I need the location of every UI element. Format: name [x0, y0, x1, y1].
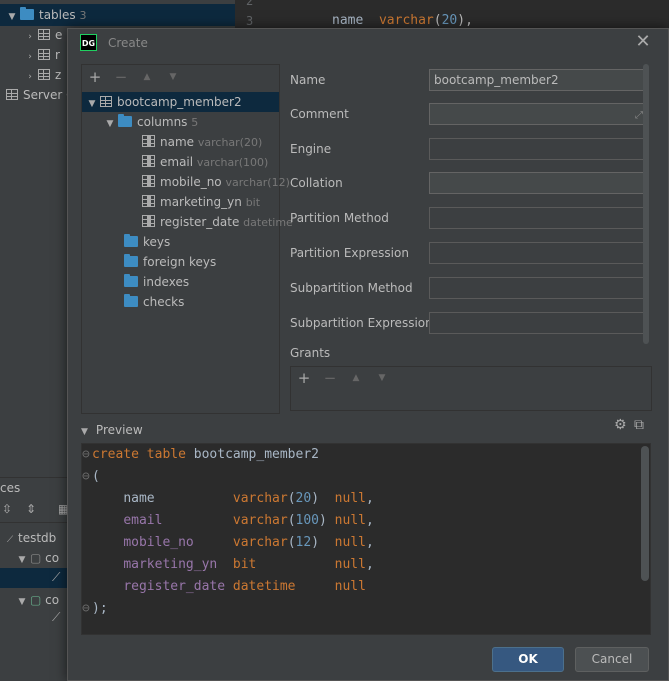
- column-icon: [142, 215, 155, 227]
- session-icon: ⟋: [52, 610, 61, 624]
- partition-expression-label: Partition Expression: [290, 246, 409, 260]
- code-line: ⊖);: [82, 601, 108, 616]
- code-line: ⊖ create table bootcamp_member2: [82, 447, 319, 462]
- cancel-button[interactable]: Cancel: [575, 647, 649, 672]
- expand-icon[interactable]: ⤢: [635, 106, 643, 126]
- collapse-all-icon[interactable]: ⇕: [26, 502, 36, 516]
- collation-field[interactable]: [429, 172, 648, 194]
- grants-move-up-button[interactable]: ▲: [345, 367, 367, 389]
- collation-label: Collation: [290, 176, 343, 190]
- server-icon: [6, 89, 18, 100]
- grants-add-button[interactable]: +: [293, 367, 315, 389]
- table-icon: [38, 69, 50, 80]
- code-line: name varchar(20) null,: [123, 491, 374, 506]
- folder-icon: [124, 274, 138, 287]
- column-icon: [142, 195, 155, 207]
- line-number: 2: [246, 0, 254, 8]
- grants-panel: + − ▲ ▼: [290, 366, 652, 411]
- services-node[interactable]: ▼ ▢ co: [16, 590, 60, 610]
- grants-remove-button[interactable]: −: [319, 367, 341, 389]
- preview-scrollbar[interactable]: [641, 446, 649, 581]
- folder-icon: [124, 234, 138, 247]
- grants-label: Grants: [290, 346, 331, 360]
- tree-node-columns[interactable]: ▼ columns 5: [104, 112, 198, 132]
- tree-node-server[interactable]: Server C: [6, 85, 75, 105]
- tree-node-tables[interactable]: ▼ tables 3: [6, 5, 86, 25]
- folder-icon: [124, 294, 138, 307]
- table-icon: [38, 49, 50, 60]
- services-selected-row[interactable]: ⟋: [0, 568, 67, 588]
- tree-node[interactable]: › e: [24, 25, 62, 45]
- chevron-down-icon[interactable]: ▼: [81, 427, 88, 437]
- code-line: mobile_no varchar(12) null,: [123, 535, 374, 550]
- comment-label: Comment: [290, 107, 349, 121]
- open-in-editor-icon[interactable]: ⧉: [634, 417, 644, 433]
- tree-column-item[interactable]: marketing_yn bit: [142, 192, 260, 212]
- services-title: ces: [0, 481, 21, 495]
- folder-icon: [20, 7, 34, 20]
- preview-toggle[interactable]: ▼ Preview: [81, 419, 143, 441]
- services-node[interactable]: ▼ ▢ co: [16, 548, 60, 568]
- partition-expression-field[interactable]: [429, 242, 648, 264]
- name-field[interactable]: bootcamp_member2: [429, 69, 648, 91]
- remove-button[interactable]: −: [110, 66, 132, 88]
- create-table-dialog: DG Create ✕ + − ▲ ▼ ▼ bootcamp_member2 ▼ c…: [67, 28, 669, 681]
- subpartition-expression-label: Subpartition Expression: [290, 316, 433, 330]
- gear-icon[interactable]: ⚙: [614, 417, 627, 433]
- move-up-button[interactable]: ▲: [136, 66, 158, 88]
- services-node[interactable]: ⟋ testdb: [4, 528, 56, 548]
- subpartition-expression-field[interactable]: [429, 312, 648, 334]
- dialog-title: Create: [108, 36, 148, 50]
- sql-preview-editor[interactable]: ⊖ create table bootcamp_member2 ⊖( name v…: [81, 443, 651, 635]
- tree-column-item[interactable]: name varchar(20): [142, 132, 262, 152]
- close-icon[interactable]: ✕: [633, 32, 653, 52]
- folder-icon: [124, 254, 138, 267]
- grants-move-down-button[interactable]: ▼: [371, 367, 393, 389]
- ok-button[interactable]: OK: [492, 647, 564, 672]
- chevron-down-icon[interactable]: ▼: [104, 114, 116, 134]
- partition-method-field[interactable]: [429, 207, 648, 229]
- name-label: Name: [290, 73, 326, 87]
- add-button[interactable]: +: [84, 66, 106, 88]
- folder-icon: [118, 114, 132, 127]
- tree-node-table[interactable]: ▼ bootcamp_member2: [82, 92, 279, 112]
- column-icon: [142, 175, 155, 187]
- column-icon: [142, 135, 155, 147]
- comment-field[interactable]: ⤢: [429, 103, 648, 125]
- tree-column-item[interactable]: mobile_no varchar(12): [142, 172, 290, 192]
- tree-node-checks[interactable]: checks: [124, 292, 184, 312]
- engine-label: Engine: [290, 142, 332, 156]
- code-line: ⊖(: [82, 469, 100, 484]
- partition-method-label: Partition Method: [290, 211, 389, 225]
- move-down-button[interactable]: ▼: [162, 66, 184, 88]
- expand-all-icon[interactable]: ⇳: [2, 502, 12, 516]
- subpartition-method-field[interactable]: [429, 277, 648, 299]
- column-icon: [142, 155, 155, 167]
- subpartition-method-label: Subpartition Method: [290, 281, 413, 295]
- tree-node-indexes[interactable]: indexes: [124, 272, 189, 292]
- services-toolbar: ⇳ ⇕ ▦: [0, 500, 69, 523]
- code-line: email varchar(100) null,: [123, 513, 374, 528]
- properties-scrollbar[interactable]: [643, 64, 649, 344]
- table-icon: [100, 96, 112, 107]
- code-line: marketing_yn bit null,: [123, 557, 374, 572]
- tree-node-keys[interactable]: keys: [124, 232, 170, 252]
- engine-field[interactable]: [429, 138, 648, 160]
- tree-column-item[interactable]: register_date datetime: [142, 212, 293, 232]
- tree-node[interactable]: › z: [24, 65, 61, 85]
- table-icon: [38, 29, 50, 40]
- datagrip-logo-icon: DG: [80, 34, 97, 51]
- tree-node[interactable]: › r: [24, 45, 60, 65]
- code-line: register_date datetime null: [123, 579, 366, 594]
- tree-node-foreign-keys[interactable]: foreign keys: [124, 252, 216, 272]
- tree-toolbar: + − ▲ ▼: [84, 66, 279, 88]
- editor-code-line: name varchar(20),: [332, 13, 473, 28]
- chevron-down-icon[interactable]: ▼: [86, 94, 98, 114]
- structure-tree-panel: + − ▲ ▼ ▼ bootcamp_member2 ▼ columns 5 nam…: [81, 64, 293, 414]
- tree-column-item[interactable]: email varchar(100): [142, 152, 268, 172]
- line-number: 3: [246, 14, 254, 28]
